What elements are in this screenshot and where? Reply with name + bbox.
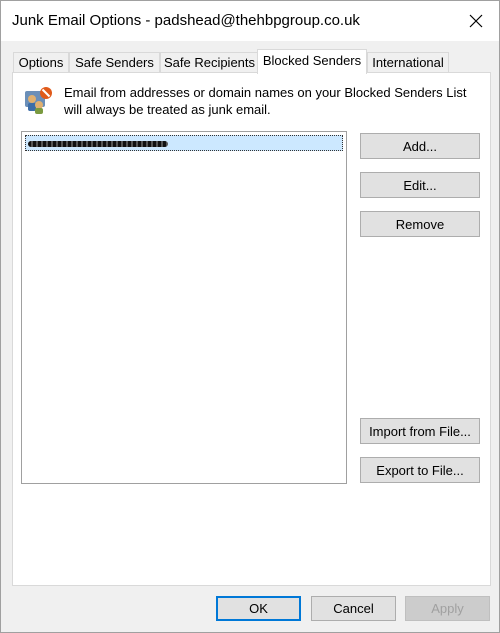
junk-mail-blocked-icon [25, 87, 52, 114]
apply-button[interactable]: Apply [405, 596, 490, 621]
remove-button[interactable]: Remove [360, 211, 480, 237]
tab-options[interactable]: Options [13, 52, 69, 73]
blocked-senders-list[interactable] [21, 131, 347, 484]
tab-safe-senders[interactable]: Safe Senders [69, 52, 160, 73]
list-item[interactable] [25, 135, 343, 151]
junk-email-options-dialog: Junk Email Options - padshead@thehbpgrou… [0, 0, 500, 633]
tab-blocked-senders[interactable]: Blocked Senders [257, 49, 367, 74]
title-bar: Junk Email Options - padshead@thehbpgrou… [1, 1, 499, 41]
blocked-senders-description: Email from addresses or domain names on … [64, 85, 467, 117]
close-icon [469, 14, 483, 28]
export-to-file-button[interactable]: Export to File... [360, 457, 480, 483]
redacted-email-scribble [28, 141, 168, 147]
ok-button[interactable]: OK [216, 596, 301, 621]
import-from-file-button[interactable]: Import from File... [360, 418, 480, 444]
edit-button[interactable]: Edit... [360, 172, 480, 198]
blocked-senders-panel: Email from addresses or domain names on … [12, 72, 491, 586]
add-button[interactable]: Add... [360, 133, 480, 159]
tab-safe-recipients[interactable]: Safe Recipients [160, 52, 259, 73]
close-button[interactable] [453, 1, 499, 41]
cancel-button[interactable]: Cancel [311, 596, 396, 621]
window-title: Junk Email Options - padshead@thehbpgrou… [12, 12, 360, 29]
tab-international[interactable]: International [367, 52, 449, 73]
